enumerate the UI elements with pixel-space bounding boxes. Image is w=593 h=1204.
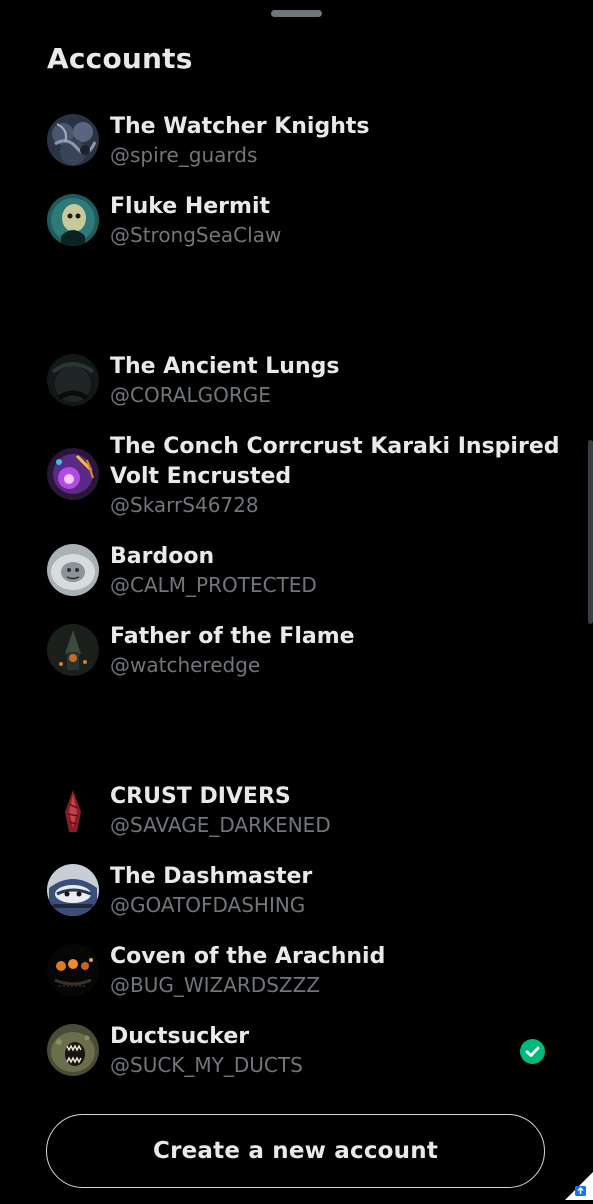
account-name: Bardoon	[110, 544, 215, 569]
account-text: Father of the Flame @watcheredge	[110, 622, 520, 678]
account-item[interactable]: The Ancient Lungs @CORALGORGE	[0, 352, 593, 424]
account-name: Father of the Flame	[110, 624, 355, 649]
account-item[interactable]: CRUST DIVERS @SAVAGE_DARKENED	[0, 782, 593, 854]
account-name: CRUST DIVERS	[110, 784, 291, 809]
sheet-title: Accounts	[47, 42, 193, 75]
avatar-ancient-lungs-icon	[47, 354, 99, 406]
avatar-father-flame-icon	[47, 624, 99, 676]
account-item[interactable]: The Watcher Knights @spire_guards	[0, 112, 593, 184]
account-text: The Conch Corrcrust Karaki Inspired Volt…	[110, 432, 560, 518]
account-handle: @watcheredge	[110, 653, 261, 677]
avatar-watcher-knights-icon	[47, 114, 99, 166]
account-text: Coven of the Arachnid @BUG_WIZARDSZZZ	[110, 942, 520, 998]
account-name: Coven of the Arachnid	[110, 944, 386, 969]
corner-badge-icon	[565, 1172, 593, 1200]
create-new-account-button[interactable]: Create a new account	[46, 1114, 545, 1188]
account-item[interactable]: Bardoon @CALM_PROTECTED	[0, 542, 593, 614]
selected-check-icon	[520, 1039, 545, 1064]
avatar-coven-arachnid-icon	[47, 944, 99, 996]
account-handle: @SkarrS46728	[110, 493, 259, 517]
scrollbar-thumb[interactable]	[588, 440, 593, 624]
account-name-line2: Volt Encrusted	[110, 464, 292, 489]
account-text: The Ancient Lungs @CORALGORGE	[110, 352, 520, 408]
avatar-crust-divers-icon	[47, 784, 99, 836]
account-name: The Dashmaster	[110, 864, 313, 889]
account-item[interactable]: Coven of the Arachnid @BUG_WIZARDSZZZ	[0, 942, 593, 1014]
account-handle: @StrongSeaClaw	[110, 223, 282, 247]
account-item[interactable]: The Dashmaster @GOATOFDASHING	[0, 862, 593, 934]
avatar-conch-corrcrust-icon	[47, 448, 99, 500]
avatar-dashmaster-icon	[47, 864, 99, 916]
account-item-selected[interactable]: Ductsucker @SUCK_MY_DUCTS	[0, 1022, 593, 1094]
account-item[interactable]: Father of the Flame @watcheredge	[0, 622, 593, 694]
account-text: Fluke Hermit @StrongSeaClaw	[110, 192, 520, 248]
sheet-drag-handle[interactable]	[271, 10, 322, 17]
account-name: Ductsucker	[110, 1024, 250, 1049]
account-handle: @GOATOFDASHING	[110, 893, 306, 917]
account-handle: @SUCK_MY_DUCTS	[110, 1053, 303, 1077]
account-text: The Dashmaster @GOATOFDASHING	[110, 862, 520, 918]
account-text: Ductsucker @SUCK_MY_DUCTS	[110, 1022, 520, 1078]
account-handle: @BUG_WIZARDSZZZ	[110, 973, 321, 997]
avatar-ductsucker-icon	[47, 1024, 99, 1076]
account-text: Bardoon @CALM_PROTECTED	[110, 542, 520, 598]
account-name: The Ancient Lungs	[110, 354, 340, 379]
account-name: Fluke Hermit	[110, 194, 271, 219]
avatar-fluke-hermit-icon	[47, 194, 99, 246]
account-text: CRUST DIVERS @SAVAGE_DARKENED	[110, 782, 520, 838]
account-handle: @CALM_PROTECTED	[110, 573, 317, 597]
account-item[interactable]: The Conch Corrcrust Karaki Inspired Volt…	[0, 432, 593, 532]
account-handle: @CORALGORGE	[110, 383, 271, 407]
account-handle: @SAVAGE_DARKENED	[110, 813, 331, 837]
account-name: The Conch Corrcrust Karaki Inspired	[110, 434, 560, 459]
account-item[interactable]: Fluke Hermit @StrongSeaClaw	[0, 192, 593, 264]
avatar-bardoon-icon	[47, 544, 99, 596]
account-handle: @spire_guards	[110, 143, 258, 167]
account-name: The Watcher Knights	[110, 114, 370, 139]
account-text: The Watcher Knights @spire_guards	[110, 112, 520, 168]
